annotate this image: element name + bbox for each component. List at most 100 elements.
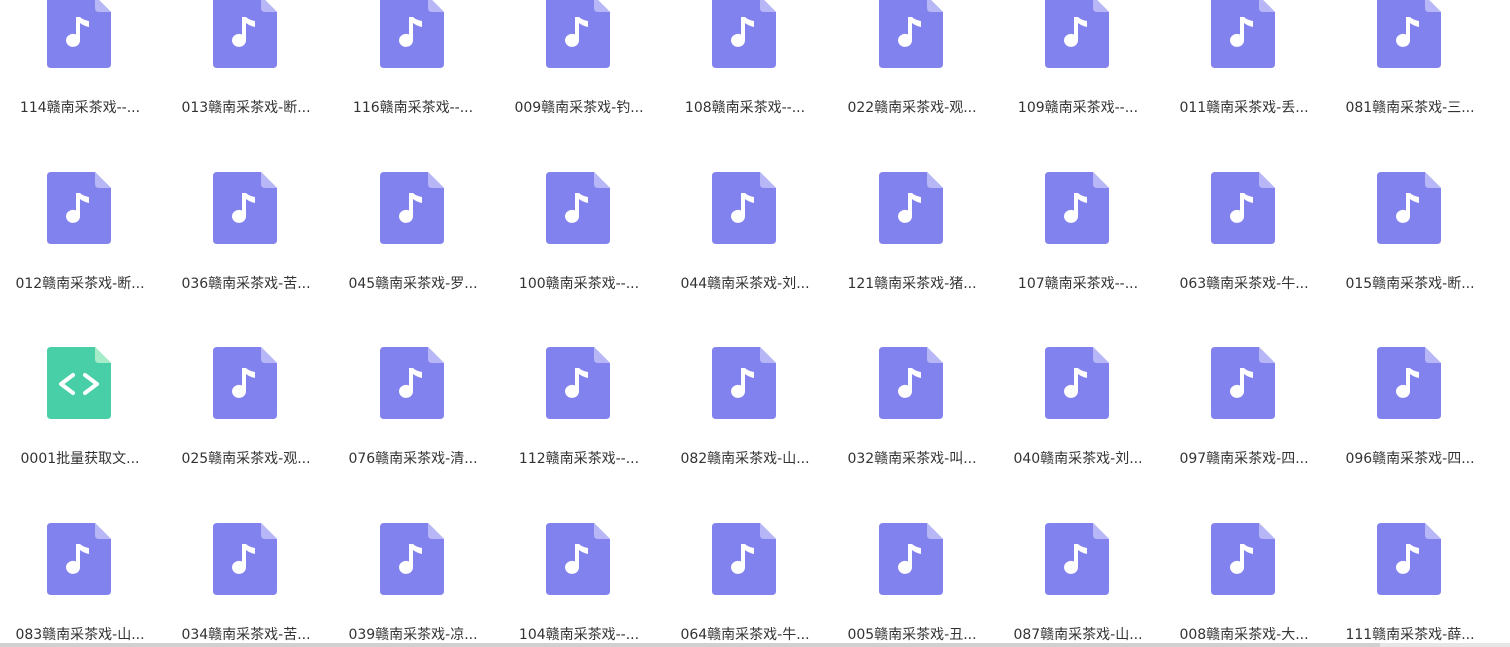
file-name-label: 097赣南采茶戏-四... [1179,451,1309,467]
audio-file-icon [213,347,277,419]
file-item[interactable]: 036赣南采茶戏-苦... [166,172,326,316]
file-name-label: 008赣南采茶戏-大... [1179,627,1309,643]
file-item[interactable]: 022赣南采茶戏-观... [832,0,992,140]
file-name-label: 064赣南采茶戏-牛... [680,627,810,643]
file-name-label: 045赣南采茶戏-罗... [348,276,478,292]
file-item[interactable]: 108赣南采茶戏--... [665,0,825,140]
file-name-label: 107赣南采茶戏--... [1017,276,1139,292]
file-item[interactable]: 008赣南采茶戏-大... [1164,523,1324,647]
file-item[interactable]: 082赣南采茶戏-山... [665,347,825,491]
audio-file-icon [47,523,111,595]
file-item[interactable]: 064赣南采茶戏-牛... [665,523,825,647]
audio-file-icon [380,523,444,595]
audio-file-icon [879,172,943,244]
file-item[interactable]: 045赣南采茶戏-罗... [333,172,493,316]
file-name-label: 076赣南采茶戏-清... [348,451,478,467]
file-name-label: 096赣南采茶戏-四... [1345,451,1475,467]
audio-file-icon [712,0,776,68]
file-name-label: 013赣南采茶戏-断... [181,100,311,116]
file-name-label: 087赣南采茶戏-山... [1013,627,1143,643]
file-item[interactable]: 107赣南采茶戏--... [998,172,1158,316]
file-item[interactable]: 044赣南采茶戏-刘... [665,172,825,316]
file-item[interactable]: 011赣南采茶戏-丢... [1164,0,1324,140]
file-name-label: 083赣南采茶戏-山... [15,627,145,643]
audio-file-icon [546,347,610,419]
file-name-label: 032赣南采茶戏-叫... [847,451,977,467]
file-item[interactable]: 121赣南采茶戏-猪... [832,172,992,316]
audio-file-icon [1377,347,1441,419]
audio-file-icon [47,0,111,68]
audio-file-icon [47,172,111,244]
file-name-label: 036赣南采茶戏-苦... [181,276,311,292]
file-item[interactable]: 012赣南采茶戏-断... [0,172,160,316]
file-name-label: 009赣南采茶戏-钓... [514,100,644,116]
audio-file-icon [1211,172,1275,244]
audio-file-icon [1377,0,1441,68]
file-item[interactable]: 109赣南采茶戏--... [998,0,1158,140]
file-item[interactable]: 005赣南采茶戏-丑... [832,523,992,647]
file-item[interactable]: 0001批量获取文... [0,347,160,491]
file-item[interactable]: 087赣南采茶戏-山... [998,523,1158,647]
file-item[interactable]: 096赣南采茶戏-四... [1330,347,1490,491]
file-name-label: 005赣南采茶戏-丑... [847,627,977,643]
audio-file-icon [546,172,610,244]
audio-file-icon [380,347,444,419]
audio-file-icon [879,0,943,68]
audio-file-icon [213,0,277,68]
audio-file-icon [1211,347,1275,419]
horizontal-scrollbar[interactable] [0,643,1510,647]
file-name-label: 100赣南采茶戏--... [518,276,640,292]
file-item[interactable]: 015赣南采茶戏-断... [1330,172,1490,316]
audio-file-icon [879,347,943,419]
file-name-label: 034赣南采茶戏-苦... [181,627,311,643]
file-name-label: 040赣南采茶戏-刘... [1013,451,1143,467]
file-item[interactable]: 013赣南采茶戏-断... [166,0,326,140]
file-item[interactable]: 076赣南采茶戏-清... [333,347,493,491]
audio-file-icon [546,0,610,68]
file-item[interactable]: 063赣南采茶戏-牛... [1164,172,1324,316]
audio-file-icon [879,523,943,595]
file-name-label: 025赣南采茶戏-观... [181,451,311,467]
audio-file-icon [712,523,776,595]
audio-file-icon [1045,0,1109,68]
audio-file-icon [546,523,610,595]
file-name-label: 039赣南采茶戏-凉... [348,627,478,643]
file-name-label: 114赣南采茶戏--... [19,100,141,116]
file-item[interactable]: 009赣南采茶戏-钓... [499,0,659,140]
code-file-icon [47,347,111,419]
audio-file-icon [1377,172,1441,244]
file-item[interactable]: 081赣南采茶戏-三... [1330,0,1490,140]
file-item[interactable]: 100赣南采茶戏--... [499,172,659,316]
file-item[interactable]: 097赣南采茶戏-四... [1164,347,1324,491]
file-name-label: 112赣南采茶戏--... [518,451,640,467]
file-name-label: 116赣南采茶戏--... [352,100,474,116]
file-name-label: 015赣南采茶戏-断... [1345,276,1475,292]
scrollbar-thumb[interactable] [0,643,1380,647]
audio-file-icon [1045,347,1109,419]
file-item[interactable]: 025赣南采茶戏-观... [166,347,326,491]
audio-file-icon [1211,0,1275,68]
file-name-label: 081赣南采茶戏-三... [1345,100,1475,116]
file-item[interactable]: 040赣南采茶戏-刘... [998,347,1158,491]
audio-file-icon [712,172,776,244]
file-item[interactable]: 111赣南采茶戏-薛... [1330,523,1490,647]
file-name-label: 104赣南采茶戏--... [518,627,640,643]
file-item[interactable]: 032赣南采茶戏-叫... [832,347,992,491]
file-name-label: 108赣南采茶戏--... [684,100,806,116]
file-item[interactable]: 083赣南采茶戏-山... [0,523,160,647]
audio-file-icon [380,172,444,244]
file-item[interactable]: 112赣南采茶戏--... [499,347,659,491]
audio-file-icon [712,347,776,419]
audio-file-icon [213,523,277,595]
file-item[interactable]: 104赣南采茶戏--... [499,523,659,647]
file-name-label: 022赣南采茶戏-观... [847,100,977,116]
file-name-label: 0001批量获取文... [20,451,140,467]
file-item[interactable]: 034赣南采茶戏-苦... [166,523,326,647]
audio-file-icon [380,0,444,68]
file-item[interactable]: 039赣南采茶戏-凉... [333,523,493,647]
file-grid: 114赣南采茶戏--... 013赣南采茶戏-断... 116赣南采茶戏--... 0… [0,0,1510,647]
file-item[interactable]: 114赣南采茶戏--... [0,0,160,140]
file-name-label: 063赣南采茶戏-牛... [1179,276,1309,292]
file-name-label: 111赣南采茶戏-薛... [1345,627,1475,643]
file-item[interactable]: 116赣南采茶戏--... [333,0,493,140]
